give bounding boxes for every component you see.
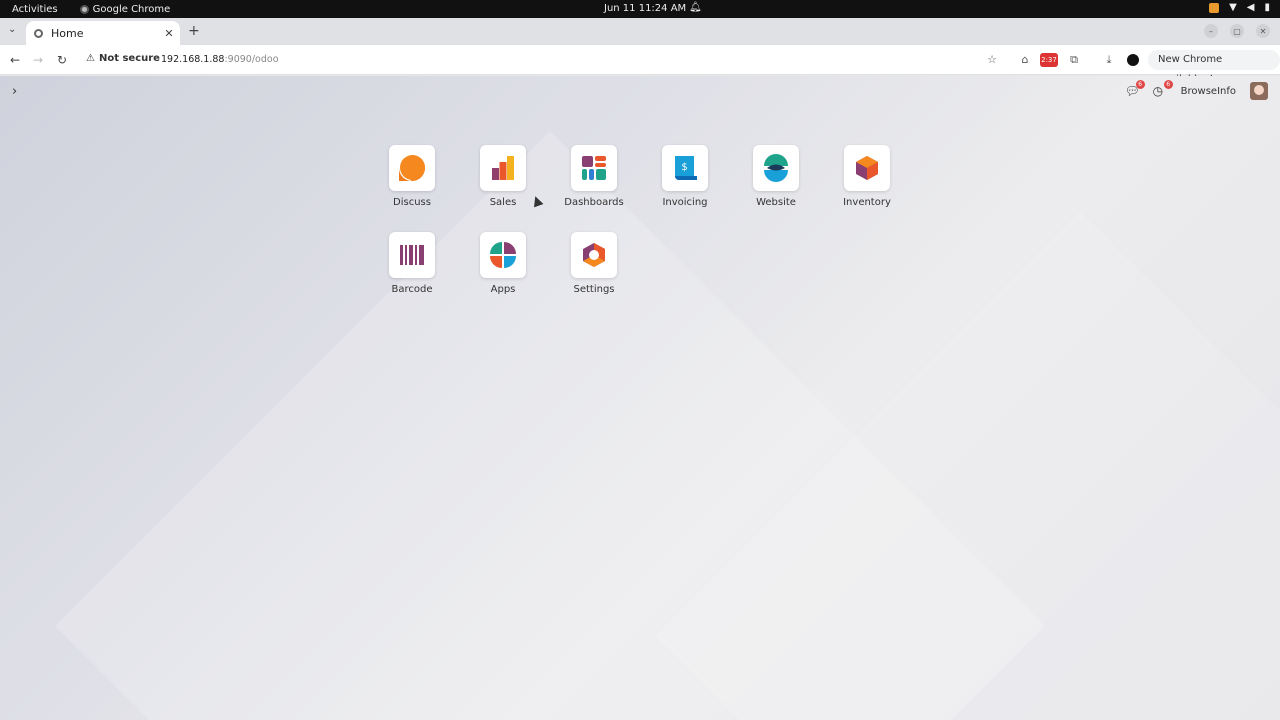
tab-title: Home xyxy=(51,26,84,40)
website-icon xyxy=(764,154,788,182)
user-avatar[interactable] xyxy=(1250,82,1268,100)
back-button[interactable]: ← xyxy=(7,52,23,68)
chrome-update-button[interactable]: New Chrome available ⋮ xyxy=(1148,50,1280,85)
app-label: Settings xyxy=(573,284,615,295)
website-tile xyxy=(753,145,799,191)
app-label: Apps xyxy=(490,284,516,295)
extensions-puzzle-icon[interactable]: ⧉ xyxy=(1066,52,1082,68)
barcode-tile xyxy=(389,232,435,278)
downloads-icon[interactable]: ⤓ xyxy=(1101,52,1117,68)
sidebar-toggle-chevron-icon[interactable]: › xyxy=(12,84,17,99)
dashboards-tile xyxy=(571,145,617,191)
mouse-cursor xyxy=(530,194,544,208)
warning-icon: ⚠ xyxy=(86,53,95,64)
url-path: :9090/odoo xyxy=(224,54,279,65)
invoicing-icon: $ xyxy=(675,156,697,180)
wifi-icon: ▼ xyxy=(1229,2,1237,13)
app-menu-label: Google Chrome xyxy=(92,3,171,15)
app-apps[interactable]: Apps xyxy=(468,232,538,295)
barcode-icon xyxy=(400,245,424,265)
new-tab-button[interactable]: + xyxy=(188,23,200,39)
app-discuss[interactable]: Discuss xyxy=(377,145,447,208)
invoicing-tile: $ xyxy=(662,145,708,191)
maximize-button[interactable]: ▢ xyxy=(1230,24,1244,38)
url-host: 192.168.1.88 xyxy=(161,54,225,65)
notification-bell-icon[interactable]: 🔔︎ xyxy=(689,2,702,13)
close-window-button[interactable]: ✕ xyxy=(1256,24,1270,38)
app-settings[interactable]: Settings xyxy=(559,232,629,295)
activities-button[interactable]: Activities xyxy=(12,4,58,15)
svg-text:$: $ xyxy=(681,162,687,173)
page-favicon-icon xyxy=(34,28,43,38)
app-label: Inventory xyxy=(843,197,891,208)
app-label: Barcode xyxy=(391,284,433,295)
app-invoicing[interactable]: $ Invoicing xyxy=(650,145,720,208)
minimize-button[interactable]: – xyxy=(1204,24,1218,38)
tray-update-icon[interactable] xyxy=(1209,2,1220,13)
settings-tile xyxy=(571,232,617,278)
sales-tile xyxy=(480,145,526,191)
reload-button[interactable]: ↻ xyxy=(54,52,70,68)
security-label: Not secure xyxy=(98,53,160,64)
app-dashboards[interactable]: Dashboards xyxy=(559,145,629,208)
clock[interactable]: Jun 11 11:24 AM xyxy=(604,3,686,14)
messages-icon[interactable]: 💬︎ 6 xyxy=(1125,80,1145,98)
tab-search-chevron-icon[interactable]: ⌄ xyxy=(8,24,20,38)
app-label: Sales xyxy=(489,197,517,208)
system-tray[interactable]: ▼ ◀ ▮ xyxy=(1209,2,1270,13)
address-input[interactable]: 192.168.1.88:9090/odoo xyxy=(161,54,279,65)
odoo-home: › 💬︎ 6 ◷ 6 BrowseInfo Discuss Sales Dash… xyxy=(0,76,1280,720)
app-label: Dashboards xyxy=(564,197,624,208)
messages-badge: 6 xyxy=(1135,80,1145,89)
tab-strip: ⌄ Home ✕ + – ▢ ✕ xyxy=(0,18,1280,45)
extension-timer-badge[interactable]: 2:37 xyxy=(1040,53,1058,67)
apps-icon xyxy=(490,242,516,268)
settings-icon xyxy=(583,243,605,267)
extension-bank-icon[interactable]: ⌂ xyxy=(1017,52,1033,68)
forward-button[interactable]: → xyxy=(30,52,46,68)
system-top-bar: Activities Google Chrome Jun 11 11:24 AM… xyxy=(0,0,1280,18)
bookmark-star-icon[interactable]: ☆ xyxy=(984,52,1000,68)
profile-avatar[interactable] xyxy=(1127,54,1139,66)
volume-icon: ◀ xyxy=(1246,2,1255,13)
discuss-icon xyxy=(399,155,425,181)
chrome-icon xyxy=(79,4,89,14)
app-label: Discuss xyxy=(393,197,431,208)
company-switcher[interactable]: BrowseInfo xyxy=(1181,86,1236,97)
browser-toolbar: ← → ↻ ⚠ Not secure 192.168.1.88:9090/odo… xyxy=(0,45,1280,85)
app-inventory[interactable]: Inventory xyxy=(832,145,902,208)
dashboards-icon xyxy=(582,156,606,180)
app-barcode[interactable]: Barcode xyxy=(377,232,447,295)
discuss-tile xyxy=(389,145,435,191)
inventory-tile xyxy=(844,145,890,191)
app-label: Website xyxy=(756,197,796,208)
activities-clock-icon[interactable]: ◷ 6 xyxy=(1153,80,1173,98)
sales-icon xyxy=(492,156,514,180)
security-indicator[interactable]: ⚠ Not secure xyxy=(86,53,160,64)
app-label: Invoicing xyxy=(662,197,708,208)
app-sales[interactable]: Sales xyxy=(468,145,538,208)
tab-close-button[interactable]: ✕ xyxy=(162,27,176,40)
activities-badge: 6 xyxy=(1163,80,1173,89)
app-website[interactable]: Website xyxy=(741,145,811,208)
tab-home[interactable]: Home ✕ xyxy=(26,21,180,45)
apps-tile xyxy=(480,232,526,278)
inventory-icon xyxy=(856,156,878,180)
app-menu[interactable]: Google Chrome xyxy=(79,3,171,15)
battery-icon: ▮ xyxy=(1264,2,1270,13)
odoo-systray: 💬︎ 6 ◷ 6 BrowseInfo xyxy=(1125,80,1268,100)
